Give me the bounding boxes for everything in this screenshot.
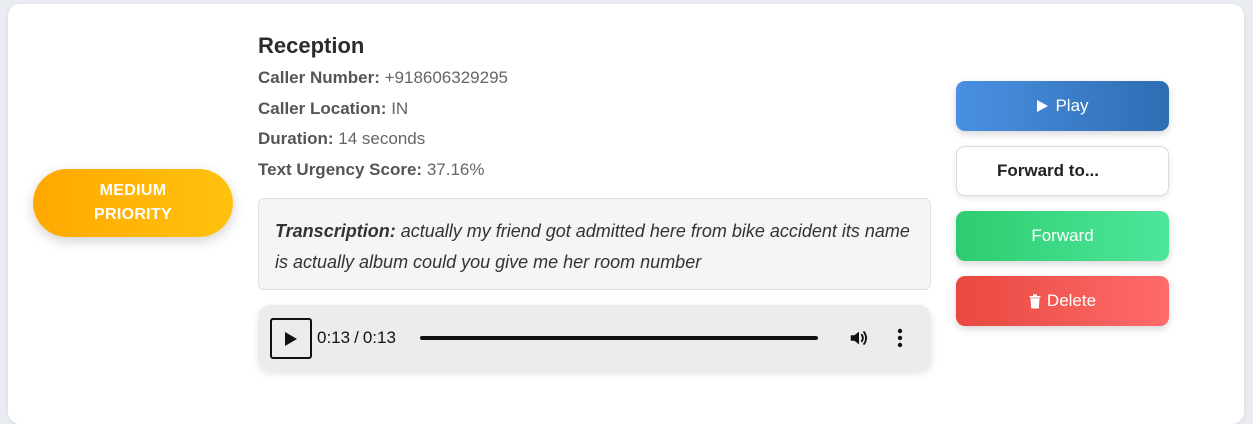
audio-current-time: 0:13 xyxy=(317,328,351,347)
audio-progress-bar[interactable] xyxy=(420,336,818,340)
caller-location-value: IN xyxy=(391,98,409,118)
delete-button[interactable]: Delete xyxy=(956,276,1169,326)
audio-total-time: 0:13 xyxy=(362,328,396,347)
forward-button[interactable]: Forward xyxy=(956,211,1169,261)
forward-to-select[interactable]: Forward to... xyxy=(956,146,1169,196)
volume-icon[interactable] xyxy=(848,327,870,349)
urgency-label: Text Urgency Score: xyxy=(258,159,423,179)
duration-row: Duration: 14 seconds xyxy=(258,124,938,155)
call-info: Reception Caller Number: +918606329295 C… xyxy=(258,32,938,185)
caller-location-row: Caller Location: IN xyxy=(258,94,938,125)
play-button[interactable]: Play xyxy=(956,81,1169,131)
priority-badge-line1: MEDIUM xyxy=(99,182,167,199)
urgency-value: 37.16% xyxy=(426,159,485,179)
audio-time-separator: / xyxy=(354,328,359,347)
audio-progress-fill xyxy=(420,336,818,340)
urgency-row: Text Urgency Score: 37.16% xyxy=(258,155,938,186)
priority-badge-line2: PRIORITY xyxy=(94,206,172,223)
duration-value: 14 seconds xyxy=(338,129,426,148)
caller-number-row: Caller Number: +918606329295 xyxy=(258,63,938,94)
audio-player: 0:13/0:13 xyxy=(258,305,931,371)
delete-button-label: Delete xyxy=(1046,291,1097,310)
play-button-label: Play xyxy=(1055,96,1089,115)
caller-number-value: +918606329295 xyxy=(384,68,508,87)
duration-label: Duration: xyxy=(258,129,334,148)
play-icon xyxy=(285,331,297,346)
transcription-box: Transcription: actually my friend got ad… xyxy=(258,198,931,290)
audio-play-button[interactable] xyxy=(270,318,312,359)
play-triangle-icon xyxy=(1037,100,1049,112)
forward-button-label: Forward xyxy=(1031,226,1094,245)
audio-time: 0:13/0:13 xyxy=(317,327,396,349)
forward-to-label: Forward to... xyxy=(997,161,1099,180)
call-title: Reception xyxy=(258,33,365,58)
trash-icon xyxy=(1029,293,1041,308)
priority-badge: MEDIUM PRIORITY xyxy=(33,169,233,237)
caller-number-label: Caller Number: xyxy=(258,68,380,87)
caller-location-label: Caller Location: xyxy=(258,98,387,118)
transcription-label: Transcription: xyxy=(275,221,396,241)
more-vertical-icon[interactable] xyxy=(890,327,910,349)
